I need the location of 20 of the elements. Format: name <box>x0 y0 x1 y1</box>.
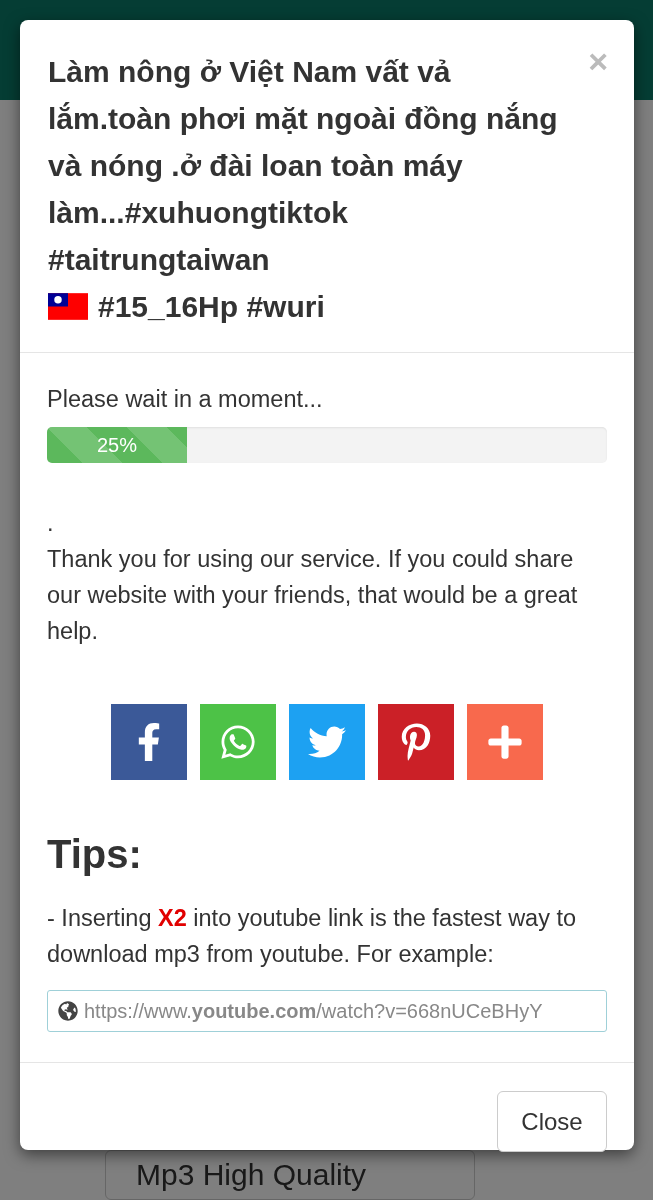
whatsapp-icon <box>219 723 257 761</box>
example-url-field[interactable]: https://www.youtube.com/watch?v=668nUCeBHyY <box>47 990 607 1032</box>
close-button[interactable]: Close <box>497 1091 607 1152</box>
share-button[interactable] <box>289 704 365 780</box>
share-button[interactable] <box>467 704 543 780</box>
share-button[interactable] <box>378 704 454 780</box>
taiwan-flag-icon <box>48 293 88 320</box>
globe-icon <box>58 1001 78 1021</box>
example-url: https://www.youtube.com/watch?v=668nUCeBHyY <box>84 999 543 1023</box>
progress-fill: 25% <box>47 427 187 463</box>
modal-title: Làm nông ở Việt Nam vất vả lắm.toàn phơi mặt ngoài đồng nắng và nóng .ở đài loan toàn máy làm...#xuhuongtiktok #taitrungtaiwan <box>48 54 559 278</box>
plus-icon <box>486 723 524 761</box>
thanks-text: Thank you for using our service. If you could share our website with your friends, that would be a great help. <box>47 545 579 646</box>
share-button[interactable] <box>111 704 187 780</box>
dot-text: . <box>47 509 55 538</box>
tips-heading: Tips: <box>47 831 143 878</box>
modal-title: #15_16Hp #wuri <box>98 289 325 325</box>
quality-select[interactable]: Mp3 High Quality <box>105 1150 475 1200</box>
tip-text: - Inserting X2 into youtube link is the fastest way to download mp3 from youtube. For example: <box>47 904 578 969</box>
wait-text: Please wait in a moment... <box>47 385 324 414</box>
